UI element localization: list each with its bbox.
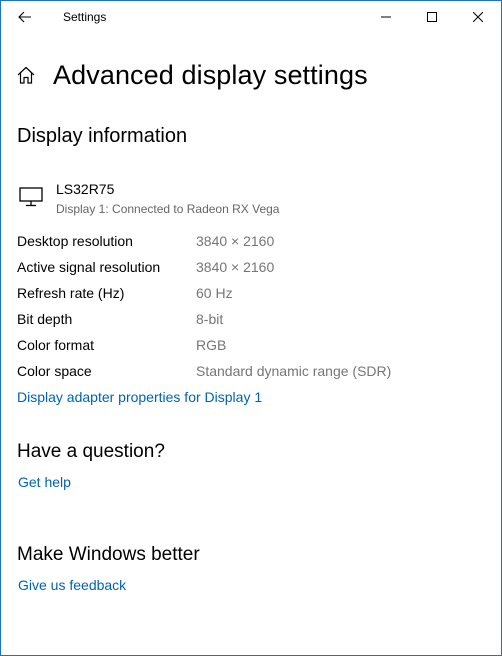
title-bar: Settings — [1, 1, 501, 33]
info-row-color-space: Color space Standard dynamic range (SDR) — [17, 363, 487, 383]
info-row-refresh-rate: Refresh rate (Hz) 60 Hz — [17, 285, 487, 305]
close-button[interactable] — [455, 1, 501, 33]
display-adapter-properties-link[interactable]: Display adapter properties for Display 1 — [17, 389, 262, 405]
page-title: Advanced display settings — [53, 59, 368, 90]
monitor-icon — [19, 187, 43, 207]
info-label: Active signal resolution — [17, 259, 161, 275]
window-title: Settings — [63, 10, 107, 24]
info-value: RGB — [196, 337, 227, 353]
info-value: Standard dynamic range (SDR) — [196, 363, 392, 379]
get-help-link[interactable]: Get help — [18, 474, 71, 490]
give-us-feedback-link[interactable]: Give us feedback — [18, 577, 126, 593]
have-a-question-heading: Have a question? — [17, 441, 165, 462]
monitor-connection: Display 1: Connected to Radeon RX Vega — [56, 202, 280, 216]
home-icon — [17, 66, 35, 84]
info-value: 3840 × 2160 — [196, 233, 275, 249]
info-value: 3840 × 2160 — [196, 259, 275, 275]
info-row-active-signal-resolution: Active signal resolution 3840 × 2160 — [17, 259, 487, 279]
info-value: 60 Hz — [196, 285, 233, 301]
page-header: Advanced display settings — [16, 55, 368, 95]
settings-window: Settings Advanced display settings Displ… — [0, 0, 502, 656]
close-icon — [473, 12, 483, 22]
info-row-desktop-resolution: Desktop resolution 3840 × 2160 — [17, 233, 487, 253]
minimize-button[interactable] — [363, 1, 409, 33]
maximize-icon — [427, 12, 437, 22]
info-row-bit-depth: Bit depth 8-bit — [17, 311, 487, 331]
minimize-icon — [381, 16, 391, 18]
info-value: 8-bit — [196, 311, 224, 327]
back-button[interactable] — [1, 1, 49, 33]
display-information-heading: Display information — [17, 125, 188, 147]
monitor-name: LS32R75 — [56, 181, 115, 197]
info-label: Color format — [17, 337, 95, 353]
info-label: Color space — [17, 363, 92, 379]
window-controls — [363, 1, 501, 33]
info-row-color-format: Color format RGB — [17, 337, 487, 357]
maximize-button[interactable] — [409, 1, 455, 33]
info-label: Refresh rate (Hz) — [17, 285, 125, 301]
home-button[interactable] — [16, 64, 38, 86]
info-label: Desktop resolution — [17, 233, 133, 249]
info-label: Bit depth — [17, 311, 73, 327]
monitor-info: LS32R75 Display 1: Connected to Radeon R… — [17, 181, 487, 221]
make-windows-better-heading: Make Windows better — [17, 544, 200, 565]
back-arrow-icon — [18, 11, 31, 23]
